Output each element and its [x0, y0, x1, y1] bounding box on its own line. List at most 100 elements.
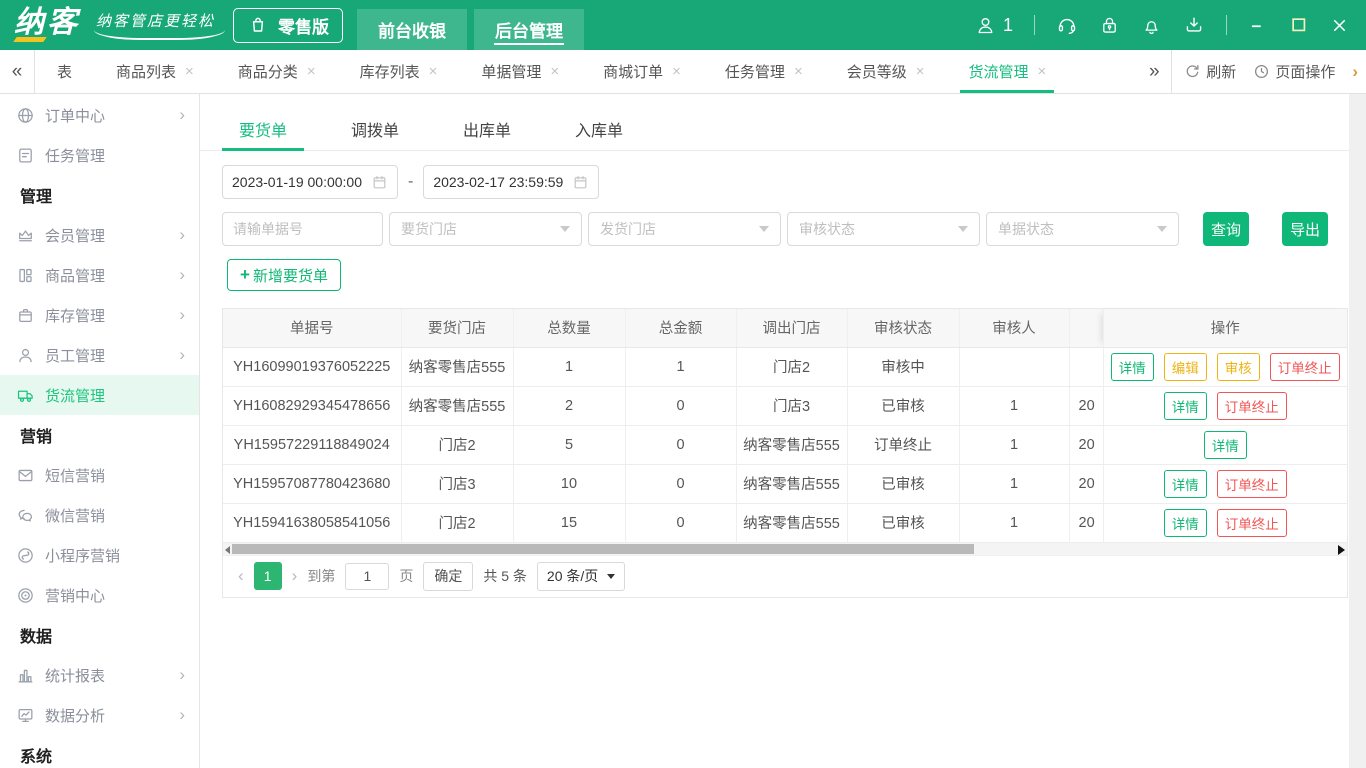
sidebar-item-14[interactable]: 统计报表›: [0, 655, 199, 695]
user-count-button[interactable]: 1: [975, 15, 1013, 36]
open-tab-label: 商城订单: [603, 61, 663, 82]
filter-select-3[interactable]: 单据状态: [986, 212, 1179, 246]
row-action-订单终止[interactable]: 订单终止: [1217, 509, 1287, 537]
sidebar-item-1[interactable]: 任务管理: [0, 135, 199, 175]
open-tab-1[interactable]: 商品列表×: [108, 50, 202, 93]
sidebar-item-6[interactable]: 员工管理›: [0, 335, 199, 375]
scroll-tabs-left-button[interactable]: «: [0, 50, 34, 93]
sidebar-item-15[interactable]: 数据分析›: [0, 695, 199, 735]
row-action-详情[interactable]: 详情: [1164, 509, 1207, 537]
prev-page-icon[interactable]: ‹: [238, 566, 244, 586]
current-page-button[interactable]: 1: [254, 562, 282, 590]
open-tab-7[interactable]: 会员等级×: [839, 50, 933, 93]
next-page-icon[interactable]: ›: [292, 566, 298, 586]
goods-icon: [16, 266, 35, 285]
table-cell: 纳客零售店555: [401, 347, 513, 386]
sidebar-item-3[interactable]: 会员管理›: [0, 215, 199, 255]
sidebar-item-10[interactable]: 微信营销: [0, 495, 199, 535]
row-action-订单终止[interactable]: 订单终止: [1217, 470, 1287, 498]
edition-button[interactable]: 零售版: [233, 8, 343, 43]
row-action-审核[interactable]: 审核: [1217, 353, 1260, 381]
header-tab-0[interactable]: 前台收银: [357, 9, 467, 50]
horizontal-scrollbar[interactable]: [223, 543, 1347, 556]
minimize-icon[interactable]: [1248, 15, 1268, 35]
open-tab-6[interactable]: 任务管理×: [717, 50, 811, 93]
date-from-picker[interactable]: 2023-01-19 00:00:00: [222, 165, 398, 199]
download-icon[interactable]: [1183, 14, 1205, 36]
row-action-订单终止[interactable]: 订单终止: [1270, 353, 1340, 381]
subtab-3[interactable]: 入库单: [558, 107, 640, 150]
sidebar-item-11[interactable]: 小程序营销: [0, 535, 199, 575]
actions-cell: 详情订单终止: [1103, 503, 1347, 542]
close-tab-icon[interactable]: ×: [550, 63, 559, 80]
search-button[interactable]: 查询: [1203, 212, 1249, 246]
close-tab-icon[interactable]: ×: [1038, 63, 1047, 80]
row-action-订单终止[interactable]: 订单终止: [1217, 392, 1287, 420]
more-actions-icon[interactable]: ›: [1352, 62, 1358, 82]
open-tab-0[interactable]: 表: [49, 50, 80, 93]
edition-label: 零售版: [278, 13, 329, 38]
logo: 纳客: [14, 8, 80, 42]
column-header: 要货门店: [401, 309, 513, 347]
headset-icon[interactable]: [1056, 14, 1078, 36]
sidebar-item-label: 统计报表: [45, 665, 169, 686]
header-tab-1[interactable]: 后台管理: [474, 9, 584, 50]
add-requisition-button[interactable]: +新增要货单: [227, 259, 341, 291]
close-window-icon[interactable]: [1330, 16, 1349, 35]
sidebar-section-label: 营销: [0, 415, 199, 455]
filter-select-0[interactable]: 要货门店: [389, 212, 582, 246]
open-tab-label: 库存列表: [360, 61, 420, 82]
bell-icon[interactable]: [1141, 15, 1162, 36]
table-cell: YH16099019376052225: [223, 347, 401, 386]
target-icon: [16, 586, 35, 605]
sidebar-item-label: 商品管理: [45, 265, 169, 286]
subtab-1[interactable]: 调拨单: [334, 107, 416, 150]
row-action-详情[interactable]: 详情: [1164, 470, 1207, 498]
close-tab-icon[interactable]: ×: [794, 63, 803, 80]
export-button[interactable]: 导出: [1282, 212, 1328, 246]
page-operations-button[interactable]: 页面操作: [1253, 61, 1335, 82]
open-tab-8[interactable]: 货流管理×: [960, 50, 1054, 93]
order-number-input[interactable]: [222, 212, 383, 246]
sidebar-item-9[interactable]: 短信营销: [0, 455, 199, 495]
filter-select-2[interactable]: 审核状态: [787, 212, 980, 246]
close-tab-icon[interactable]: ×: [429, 63, 438, 80]
scrollbar-right-arrow-icon[interactable]: [1338, 545, 1345, 555]
open-tab-4[interactable]: 单据管理×: [473, 50, 567, 93]
refresh-button[interactable]: 刷新: [1184, 61, 1236, 82]
clock-icon: [1253, 63, 1270, 80]
open-tab-5[interactable]: 商城订单 ×: [595, 50, 689, 93]
sidebar-item-label: 微信营销: [45, 505, 185, 526]
scrollbar-left-arrow-icon[interactable]: [225, 546, 230, 554]
filter-select-1[interactable]: 发货门店: [588, 212, 781, 246]
row-action-详情[interactable]: 详情: [1111, 353, 1154, 381]
sidebar-item-7[interactable]: 货流管理: [0, 375, 199, 415]
table-cell: 0: [625, 386, 736, 425]
goto-confirm-button[interactable]: 确定: [423, 562, 473, 591]
open-tab-3[interactable]: 库存列表 ×: [352, 50, 446, 93]
goto-page-input[interactable]: [345, 563, 389, 590]
close-tab-icon[interactable]: ×: [307, 63, 316, 80]
scrollbar-thumb[interactable]: [232, 544, 974, 554]
sidebar-item-12[interactable]: 营销中心: [0, 575, 199, 615]
sidebar-item-5[interactable]: 库存管理›: [0, 295, 199, 335]
scroll-tabs-right-button[interactable]: »: [1137, 50, 1171, 93]
user-count: 1: [1003, 15, 1013, 36]
subtab-0[interactable]: 要货单: [222, 107, 304, 150]
wechat-icon: [16, 506, 35, 525]
row-action-详情[interactable]: 详情: [1204, 431, 1247, 459]
lock-icon[interactable]: [1099, 15, 1120, 36]
header-nav-tabs: 前台收银后台管理: [357, 9, 591, 50]
page-size-select[interactable]: 20 条/页: [537, 562, 625, 591]
sidebar-item-4[interactable]: 商品管理›: [0, 255, 199, 295]
close-tab-icon[interactable]: ×: [185, 63, 194, 80]
row-action-详情[interactable]: 详情: [1164, 392, 1207, 420]
subtab-2[interactable]: 出库单: [446, 107, 528, 150]
row-action-编辑[interactable]: 编辑: [1164, 353, 1207, 381]
sidebar-item-0[interactable]: 订单中心›: [0, 95, 199, 135]
date-to-picker[interactable]: 2023-02-17 23:59:59: [423, 165, 599, 199]
maximize-icon[interactable]: [1289, 15, 1309, 35]
close-tab-icon[interactable]: ×: [672, 63, 681, 80]
close-tab-icon[interactable]: ×: [916, 63, 925, 80]
open-tab-2[interactable]: 商品分类×: [230, 50, 324, 93]
